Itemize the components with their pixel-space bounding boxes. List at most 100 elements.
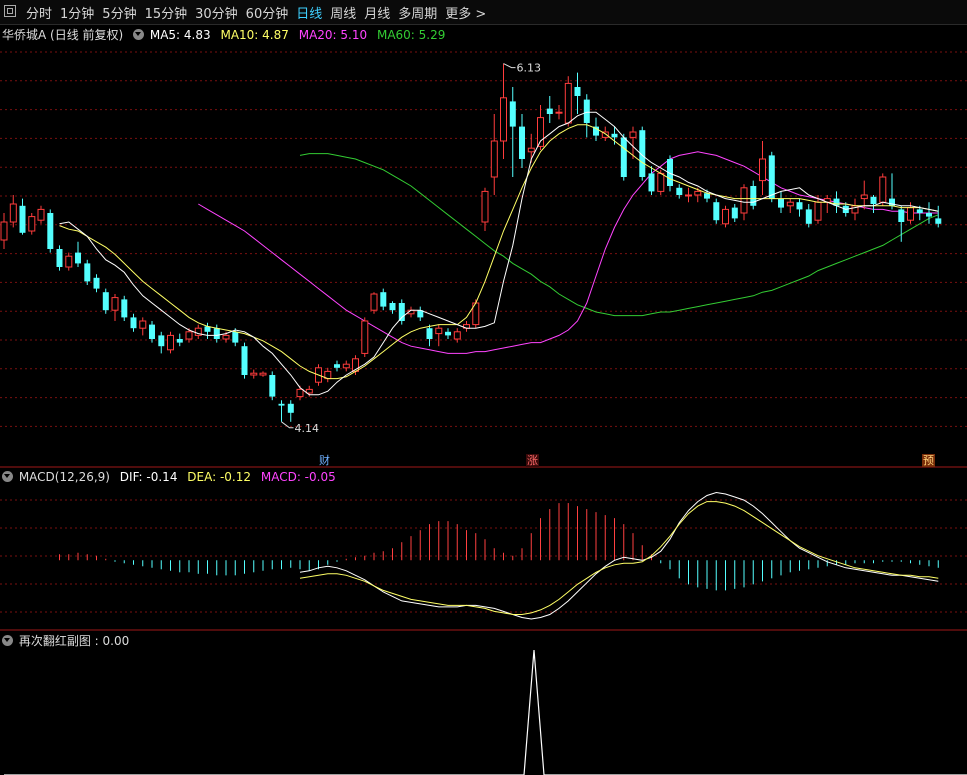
candle-body — [611, 133, 618, 138]
candle — [324, 367, 332, 383]
candle-body — [676, 187, 683, 195]
candle — [731, 204, 738, 222]
dropdown-icon[interactable] — [2, 471, 13, 482]
candle-body — [509, 101, 516, 127]
candle-body — [564, 82, 572, 124]
candle-body — [500, 97, 507, 142]
candle — [84, 259, 91, 285]
ma60-polyline — [299, 153, 939, 317]
candle-body — [259, 372, 267, 376]
ma20-line — [198, 151, 939, 354]
candle-body — [222, 334, 230, 340]
candle — [463, 321, 470, 332]
candle-body — [121, 299, 128, 318]
candle — [417, 306, 424, 321]
candle-body — [694, 190, 702, 196]
candle — [860, 180, 868, 210]
candle — [564, 76, 572, 127]
candle-body — [426, 328, 433, 339]
candle-body — [768, 155, 775, 199]
candle-body — [926, 213, 932, 217]
candle-body — [158, 335, 165, 347]
kline-chart: 6.13 4.14 — [0, 51, 967, 775]
candle — [750, 180, 757, 210]
marker-yu[interactable]: 预 — [922, 454, 935, 467]
stock-title[interactable]: 华侨城A (日线 前复权) — [2, 28, 123, 42]
candle-body — [879, 176, 887, 203]
candle — [93, 274, 100, 293]
candle-body — [583, 99, 590, 123]
candle — [870, 195, 877, 213]
macd-title[interactable]: MACD(12,26,9) — [19, 470, 110, 484]
candle-body — [19, 205, 26, 233]
candle — [898, 205, 905, 242]
candle-body — [453, 331, 461, 340]
candle-body — [56, 249, 63, 267]
candle-body — [750, 186, 757, 206]
candle-body — [814, 201, 822, 221]
candle — [28, 213, 36, 235]
candle — [823, 195, 831, 213]
dropdown-icon[interactable] — [133, 29, 145, 40]
sub-chart-header: 再次翻红副图 : 0.00 — [2, 632, 135, 649]
candle — [0, 213, 8, 249]
candle-body — [796, 202, 803, 210]
macd-value: MACD: -0.05 — [260, 470, 336, 484]
candle-body — [740, 187, 748, 214]
candle-body — [657, 172, 665, 192]
candle — [389, 301, 396, 314]
candle — [722, 205, 729, 228]
candle-body — [786, 201, 794, 207]
candle-body — [778, 198, 784, 208]
sub-chart — [4, 649, 967, 775]
candle-body — [935, 218, 942, 224]
candle-body — [241, 346, 248, 375]
ma5-value: MA5: 4.83 — [149, 28, 211, 42]
candle-body — [574, 87, 581, 96]
candle — [537, 105, 544, 150]
candle-body — [130, 317, 137, 329]
sub-title[interactable]: 再次翻红副图 : 0.00 — [19, 634, 129, 648]
candle-body — [361, 320, 369, 354]
candle-body — [620, 137, 627, 177]
candle — [759, 141, 766, 195]
candle-body — [481, 190, 489, 223]
candle — [259, 371, 267, 377]
candle-body — [380, 292, 387, 307]
candle-body — [0, 221, 8, 241]
candle — [75, 241, 81, 267]
candle — [435, 324, 443, 347]
candle — [194, 324, 202, 339]
candle — [352, 355, 359, 375]
candle — [398, 299, 405, 325]
main-chart-header: 华侨城A (日线 前复权) MA5: 4.83 MA10: 4.87 MA20:… — [2, 26, 451, 43]
candle — [149, 321, 155, 343]
candle — [833, 191, 840, 213]
candle-body — [37, 208, 45, 221]
candle — [111, 294, 119, 321]
dropdown-icon[interactable] — [2, 635, 13, 646]
candle-body — [342, 363, 350, 369]
marker-cai[interactable]: 财 — [318, 454, 331, 467]
candle — [786, 198, 794, 213]
macd-header: MACD(12,26,9) DIF: -0.14 DEA: -0.12 MACD… — [2, 470, 342, 484]
ma10-line — [59, 124, 939, 380]
marker-zhang[interactable]: 涨 — [526, 454, 539, 467]
candle-body — [185, 331, 193, 340]
candle — [158, 331, 165, 354]
candle-body — [805, 209, 812, 224]
candle — [713, 198, 720, 224]
candle — [56, 245, 63, 271]
candle-body — [860, 194, 868, 200]
candle-body — [75, 252, 81, 264]
candle — [509, 87, 516, 177]
candle — [926, 202, 932, 224]
candle-body — [305, 388, 313, 394]
candle-body — [111, 297, 119, 311]
candle — [9, 195, 17, 228]
candle-body — [722, 208, 729, 225]
candle-body — [213, 328, 220, 339]
candle-body — [389, 303, 396, 311]
candle-body — [685, 194, 692, 197]
ma60-value: MA60: 5.29 — [376, 28, 446, 42]
